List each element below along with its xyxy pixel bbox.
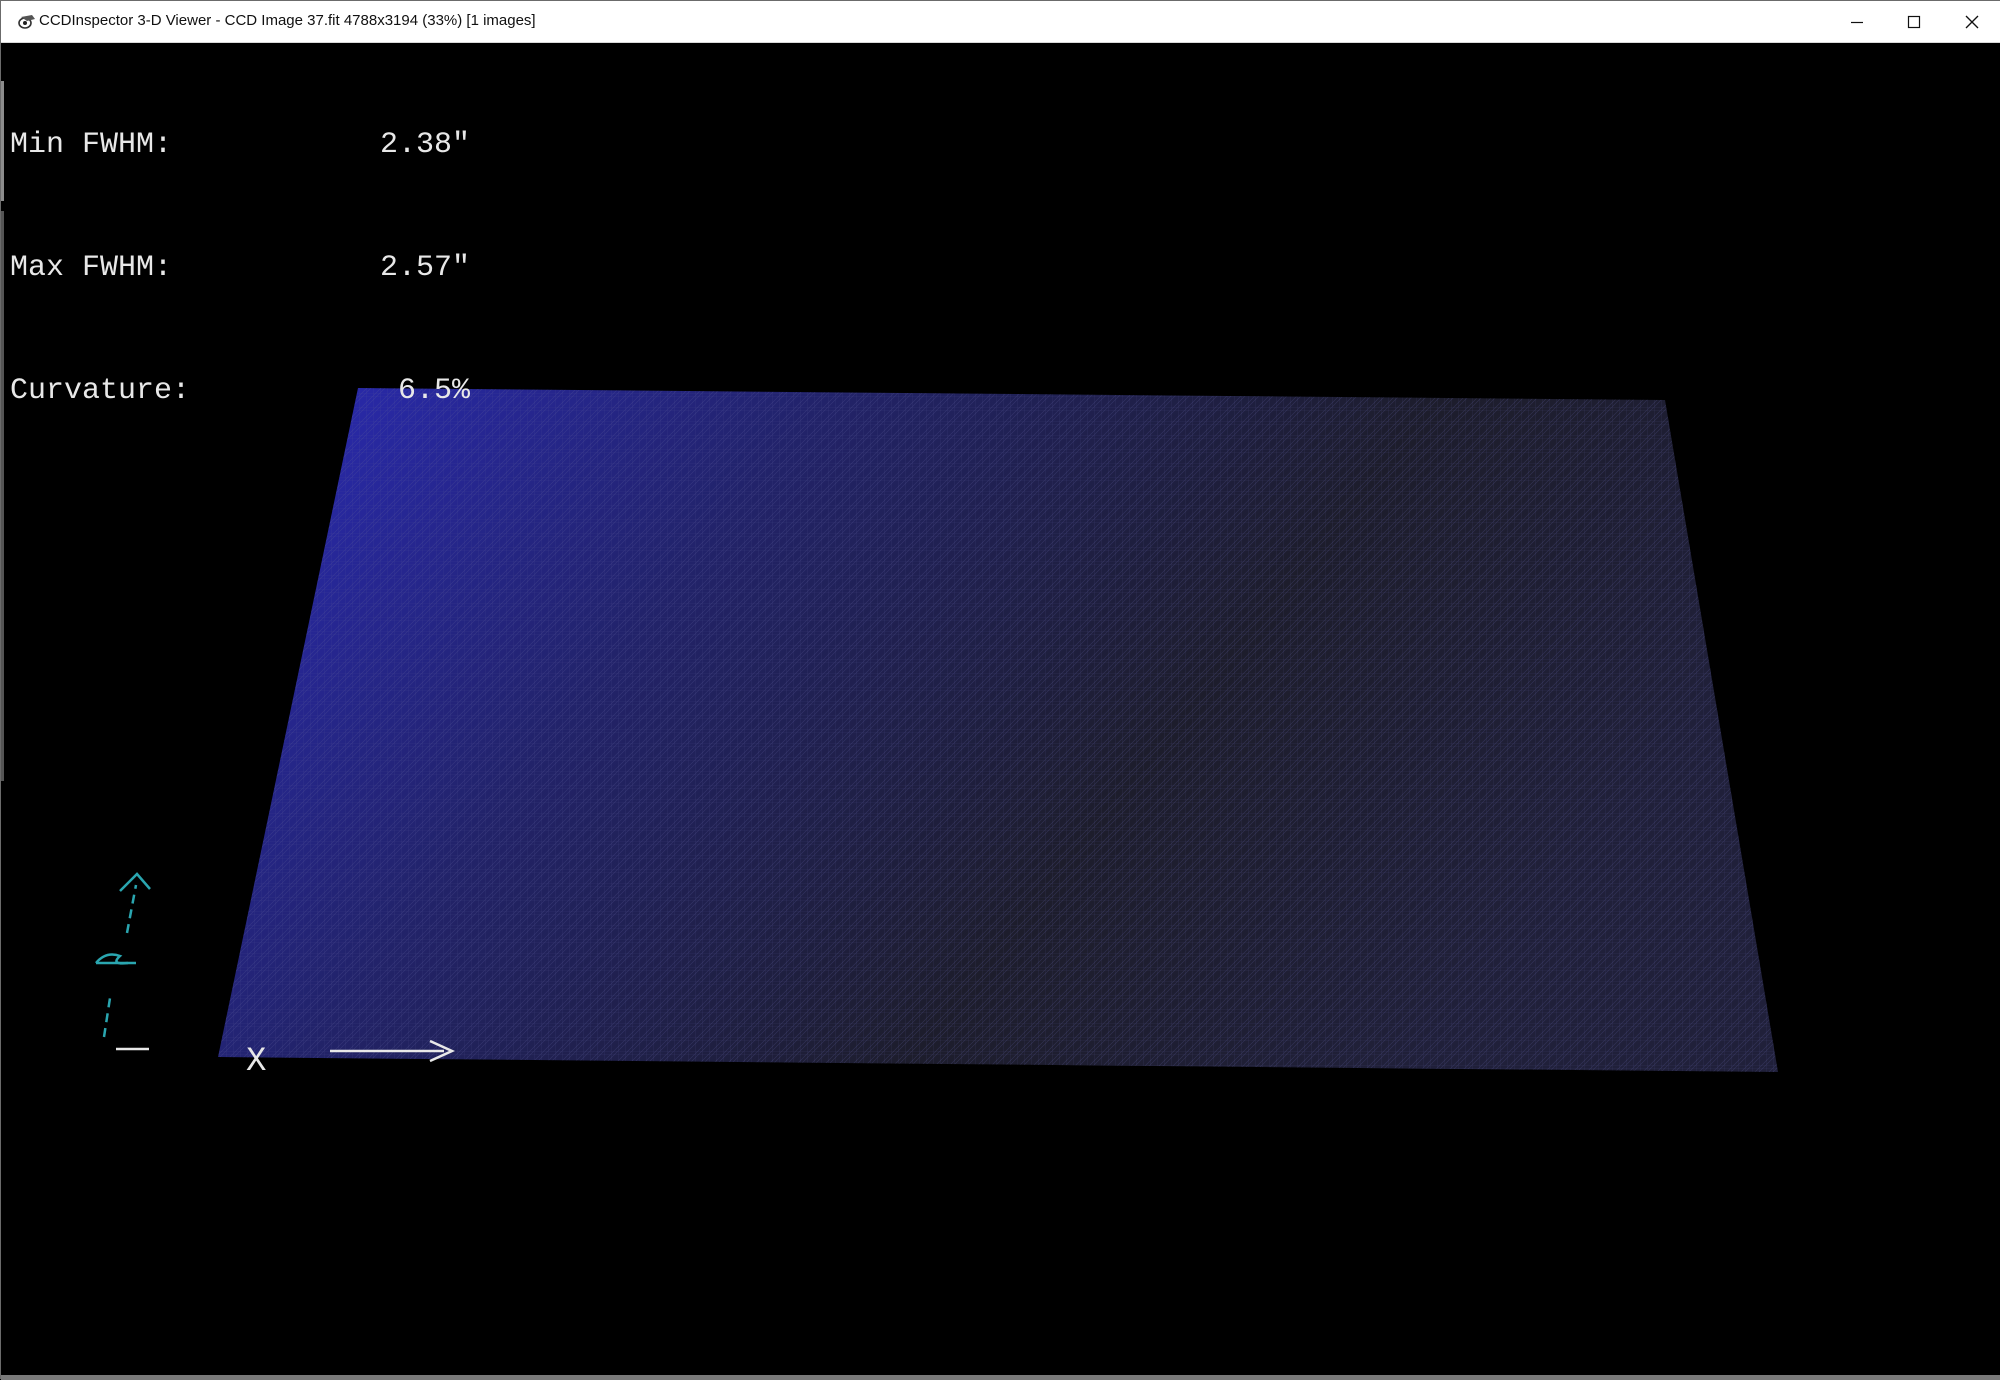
- close-icon: [1965, 15, 1979, 29]
- window-bottom-border: [1, 1375, 2000, 1380]
- viewer-window: CCDInspector 3-D Viewer - CCD Image 37.f…: [0, 0, 2000, 1380]
- fwhm-stats-panel: Min FWHM: 2.38" Max FWHM: 2.57" Curvature:…: [10, 43, 470, 494]
- maximize-icon: [1907, 15, 1921, 29]
- 3d-viewport[interactable]: Min FWHM: 2.38" Max FWHM: 2.57" Curvature:…: [2, 43, 2000, 1375]
- close-button[interactable]: [1943, 1, 2000, 43]
- left-edge-marker: [1, 81, 4, 201]
- left-edge-marker: [1, 211, 4, 781]
- ccdinspector-app-icon: [18, 15, 35, 29]
- x-axis-label: X: [246, 1043, 267, 1081]
- stat-curvature: Curvature: 6.5%: [10, 374, 470, 408]
- window-title: CCDInspector 3-D Viewer - CCD Image 37.f…: [39, 12, 536, 29]
- stat-min-fwhm: Min FWHM: 2.38": [10, 128, 470, 162]
- minimize-icon: [1851, 21, 1863, 24]
- stat-max-fwhm: Max FWHM: 2.57": [10, 251, 470, 285]
- maximize-button[interactable]: [1885, 1, 1943, 43]
- axis-indicator: [95, 872, 151, 1038]
- title-bar[interactable]: CCDInspector 3-D Viewer - CCD Image 37.f…: [1, 1, 2000, 43]
- minimize-button[interactable]: [1828, 1, 1886, 43]
